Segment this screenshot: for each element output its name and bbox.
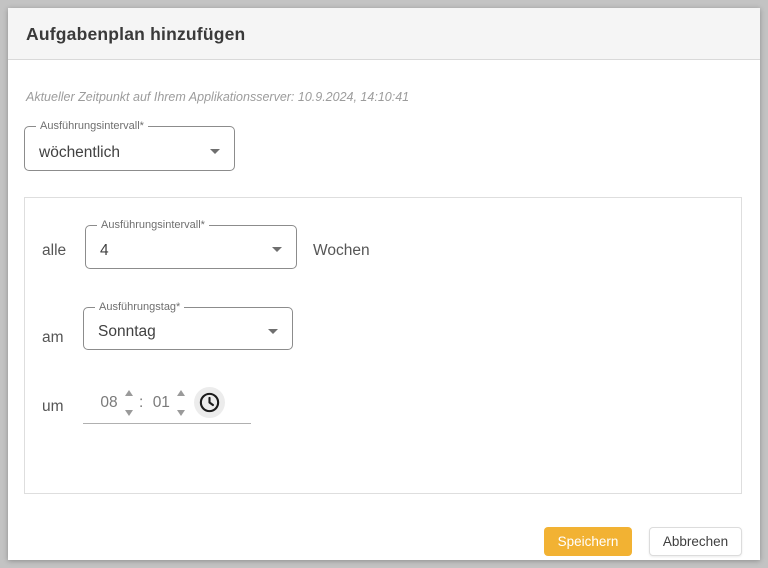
clock-icon (200, 392, 220, 413)
arrow-down-icon[interactable] (177, 409, 186, 416)
execution-day-select[interactable]: Ausführungstag* Sonntag (83, 301, 293, 350)
save-button[interactable]: Speichern (544, 527, 632, 556)
minutes-input[interactable]: 01 (149, 394, 173, 412)
arrow-down-icon[interactable] (125, 409, 133, 416)
execution-day-select-label: Ausführungstag* (95, 301, 185, 313)
hours-stepper (125, 388, 133, 418)
time-prefix-label: um (42, 398, 64, 415)
arrow-up-icon[interactable] (125, 389, 133, 396)
interval-count-select-value: 4 (100, 242, 109, 259)
execution-interval-select[interactable]: Ausführungsintervall* wöchentlich (24, 120, 235, 171)
dialog-title: Aufgabenplan hinzufügen (26, 24, 246, 44)
chevron-down-icon (210, 148, 220, 154)
time-separator: : (139, 393, 144, 411)
every-prefix-label: alle (42, 242, 67, 259)
clock-picker-button[interactable] (194, 387, 226, 418)
execution-interval-select-label: Ausführungsintervall* (36, 120, 148, 132)
every-suffix-label: Wochen (313, 242, 370, 259)
add-task-schedule-dialog: Aufgabenplan hinzufügen Aktueller Zeitpu… (8, 8, 760, 560)
day-prefix-label: am (42, 329, 64, 346)
interval-count-select-label: Ausführungsintervall* (97, 219, 209, 231)
chevron-down-icon (272, 247, 282, 252)
arrow-up-icon[interactable] (177, 389, 186, 396)
cancel-button[interactable]: Abbrechen (649, 527, 742, 556)
time-picker: 08 : 01 (83, 382, 251, 424)
weekly-options-panel: alle Ausführungsintervall* 4 Wochen am A… (24, 197, 742, 494)
dialog-actions: Speichern Abbrechen (544, 527, 742, 556)
execution-day-select-value: Sonntag (98, 323, 156, 340)
hours-input[interactable]: 08 (97, 394, 121, 412)
minutes-stepper (177, 388, 186, 418)
interval-count-select[interactable]: Ausführungsintervall* 4 (85, 219, 297, 269)
dialog-header: Aufgabenplan hinzufügen (8, 8, 760, 60)
server-time-note: Aktueller Zeitpunkt auf Ihrem Applikatio… (26, 90, 410, 104)
execution-interval-select-value: wöchentlich (39, 144, 120, 161)
chevron-down-icon (268, 328, 278, 334)
